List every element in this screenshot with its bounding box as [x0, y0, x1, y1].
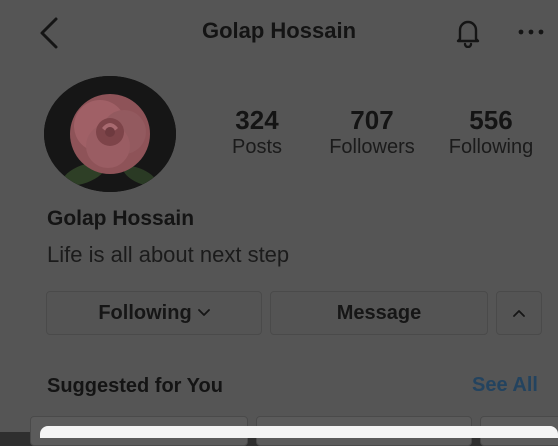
stat-posts[interactable]: 324 Posts [222, 106, 292, 160]
avatar[interactable] [44, 76, 176, 192]
chevron-down-icon [197, 309, 210, 316]
stat-value: 324 [235, 105, 279, 135]
profile-screen: Golap Hossain 324 Posts 707 Followers 55… [0, 0, 558, 446]
suggested-toggle-button[interactable] [496, 291, 542, 335]
rose-image [44, 76, 176, 192]
see-all-link[interactable]: See All [472, 374, 538, 397]
stat-following[interactable]: 556 Following [436, 106, 546, 160]
stat-value: 556 [469, 105, 513, 135]
following-button[interactable]: Following [46, 291, 262, 335]
profile-bio: Life is all about next step [47, 242, 290, 267]
stat-label: Followers [329, 136, 415, 158]
stat-label: Following [448, 136, 534, 158]
stat-value: 707 [350, 105, 394, 135]
header: Golap Hossain [0, 0, 558, 70]
more-icon[interactable] [516, 26, 546, 38]
suggested-title: Suggested for You [47, 375, 223, 397]
bottom-sheet[interactable] [40, 426, 558, 438]
profile-name: Golap Hossain [47, 207, 195, 230]
stat-followers[interactable]: 707 Followers [322, 106, 422, 160]
following-label: Following [98, 301, 192, 324]
stat-label: Posts [231, 136, 283, 158]
message-button[interactable]: Message [270, 291, 488, 335]
bell-icon[interactable] [455, 18, 481, 48]
message-label: Message [336, 301, 422, 324]
chevron-up-icon [513, 310, 525, 317]
